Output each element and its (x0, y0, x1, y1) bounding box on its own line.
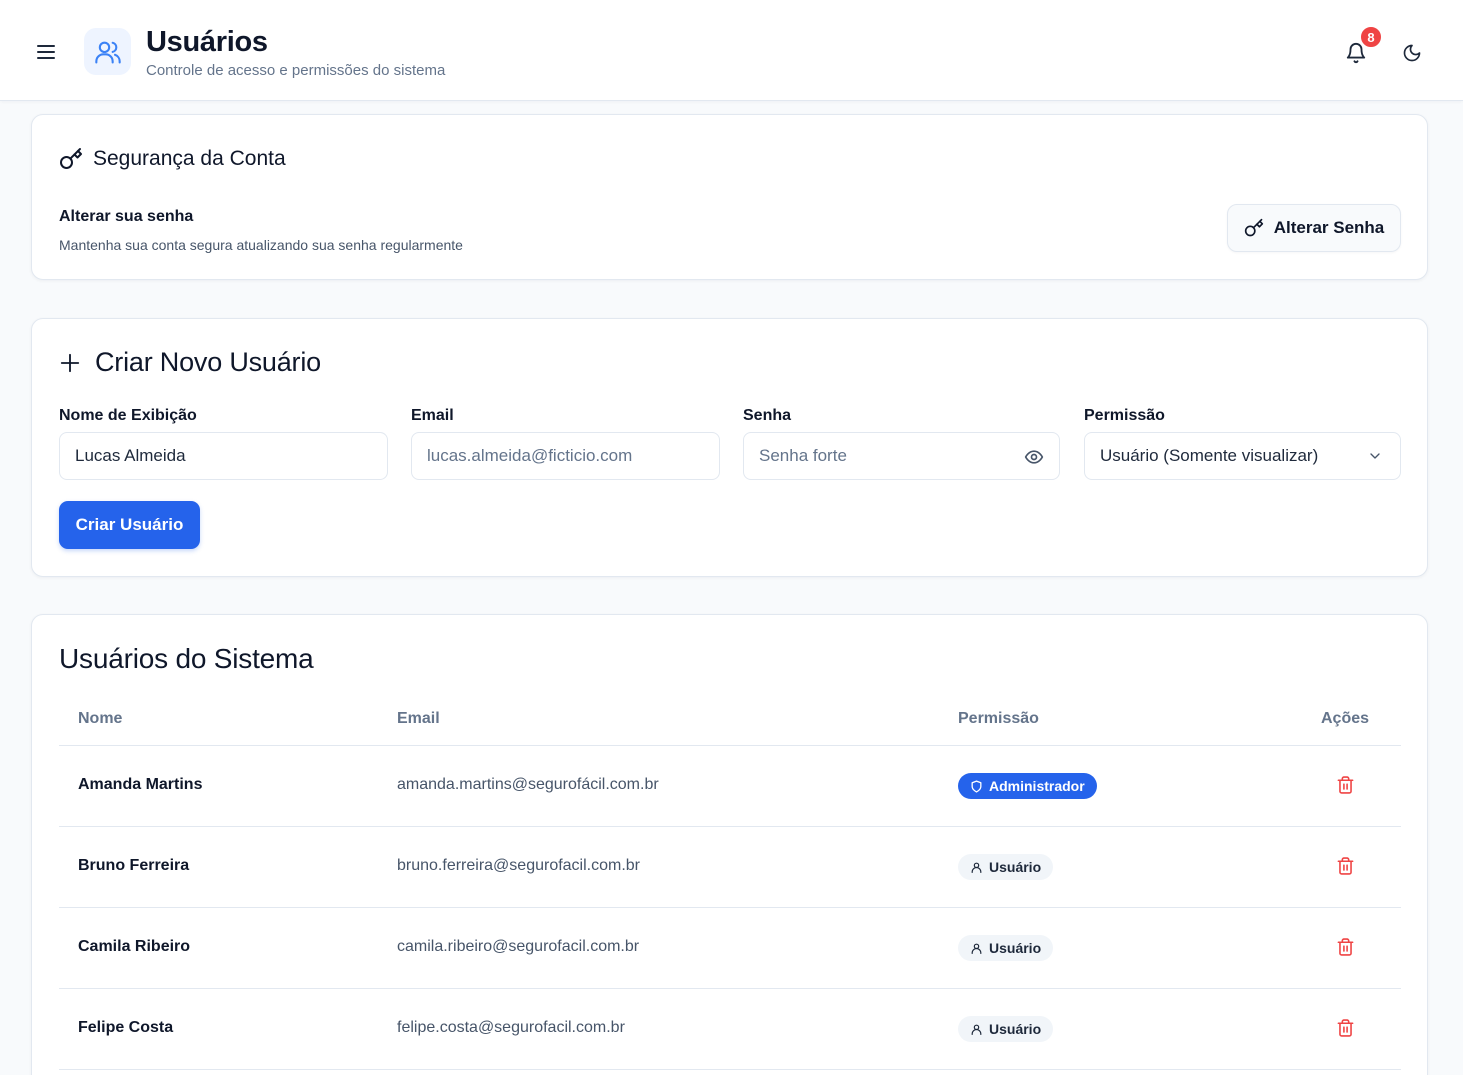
delete-user-button[interactable] (1334, 855, 1356, 877)
role-label: Usuário (989, 1021, 1042, 1037)
email-placeholder: lucas.almeida@ficticio.com (427, 446, 633, 465)
column-header-permission: Permissão (958, 710, 1039, 727)
users-icon (94, 41, 121, 64)
permission-selected-value: Usuário (Somente visualizar) (1100, 446, 1319, 465)
trash-icon (1337, 1019, 1353, 1037)
create-user-title: Criar Novo Usuário (95, 347, 321, 377)
app-header: Usuários Controle de acesso e permissões… (0, 0, 1463, 101)
plus-icon (60, 353, 80, 372)
delete-user-button[interactable] (1334, 936, 1356, 958)
table-row: Bruno Ferreira bruno.ferreira@segurofaci… (59, 827, 1401, 908)
change-password-button-label: Alterar Senha (1273, 218, 1385, 237)
table-row: Felipe Costa felipe.costa@segurofacil.co… (59, 989, 1401, 1070)
notification-count-badge: 8 (1359, 25, 1383, 49)
role-badge-admin: Administrador (958, 773, 1097, 799)
delete-user-button[interactable] (1334, 774, 1356, 796)
permission-select[interactable]: Usuário (Somente visualizar) (1084, 432, 1401, 480)
change-password-description: Mantenha sua conta segura atualizando su… (59, 237, 463, 253)
account-security-card: Segurança da Conta Alterar sua senha Man… (31, 114, 1428, 280)
display-name-value: Lucas Almeida (75, 446, 186, 465)
system-users-title: Usuários do Sistema (59, 643, 314, 674)
menu-icon (37, 45, 55, 59)
key-icon (1244, 218, 1263, 237)
change-password-button[interactable]: Alterar Senha (1227, 204, 1401, 252)
table-row: Amanda Martins amanda.martins@segurofáci… (59, 746, 1401, 827)
theme-toggle-button[interactable] (1399, 40, 1425, 66)
role-badge-user: Usuário (958, 854, 1054, 880)
display-name-label: Nome de Exibição (59, 407, 197, 424)
user-email: camila.ribeiro@segurofacil.com.br (397, 938, 640, 955)
user-email: amanda.martins@segurofácil.com.br (397, 776, 659, 793)
menu-button[interactable] (34, 40, 58, 64)
email-label: Email (411, 407, 454, 424)
role-label: Administrador (989, 778, 1085, 794)
role-badge-user: Usuário (958, 935, 1054, 961)
page-subtitle: Controle de acesso e permissões do siste… (146, 62, 446, 79)
change-password-label: Alterar sua senha (59, 208, 194, 225)
toggle-password-visibility-button[interactable] (1023, 446, 1045, 468)
moon-icon (1403, 44, 1421, 62)
trash-icon (1337, 938, 1353, 956)
user-name: Camila Ribeiro (78, 938, 191, 955)
shield-icon (971, 779, 982, 793)
role-label: Usuário (989, 940, 1042, 956)
trash-icon (1337, 857, 1353, 875)
user-email: bruno.ferreira@segurofacil.com.br (397, 857, 641, 874)
password-placeholder: Senha forte (759, 446, 847, 465)
delete-user-button[interactable] (1334, 1017, 1356, 1039)
password-input[interactable]: Senha forte (743, 432, 1060, 480)
user-name: Felipe Costa (78, 1019, 174, 1036)
password-label: Senha (743, 407, 792, 424)
user-name: Amanda Martins (78, 776, 203, 793)
role-label: Usuário (989, 859, 1042, 875)
system-users-card: Usuários do Sistema Nome Email Permissão… (31, 614, 1428, 1075)
security-title: Segurança da Conta (93, 147, 286, 170)
email-input[interactable]: lucas.almeida@ficticio.com (411, 432, 720, 480)
display-name-input[interactable]: Lucas Almeida (59, 432, 388, 480)
role-badge-user: Usuário (958, 1016, 1054, 1042)
user-email: felipe.costa@segurofacil.com.br (397, 1019, 625, 1036)
permission-label: Permissão (1084, 407, 1165, 424)
chevron-down-icon (1366, 447, 1384, 465)
users-app-icon (84, 28, 131, 75)
user-icon (971, 1024, 982, 1035)
key-icon (60, 148, 82, 169)
user-icon (971, 862, 982, 873)
column-header-email: Email (397, 710, 440, 727)
eye-icon (1024, 450, 1044, 464)
user-name: Bruno Ferreira (78, 857, 190, 874)
create-user-button[interactable]: Criar Usuário (59, 501, 200, 549)
user-icon (971, 943, 982, 954)
column-header-actions: Ações (1321, 710, 1370, 727)
security-title-row: Segurança da Conta (59, 147, 286, 171)
trash-icon (1337, 776, 1353, 794)
create-user-title-row: Criar Novo Usuário (59, 347, 321, 378)
page-title: Usuários (146, 26, 268, 58)
table-row: Camila Ribeiro camila.ribeiro@segurofaci… (59, 908, 1401, 989)
create-user-card: Criar Novo Usuário Nome de Exibição Luca… (31, 318, 1428, 577)
column-header-name: Nome (78, 710, 123, 727)
